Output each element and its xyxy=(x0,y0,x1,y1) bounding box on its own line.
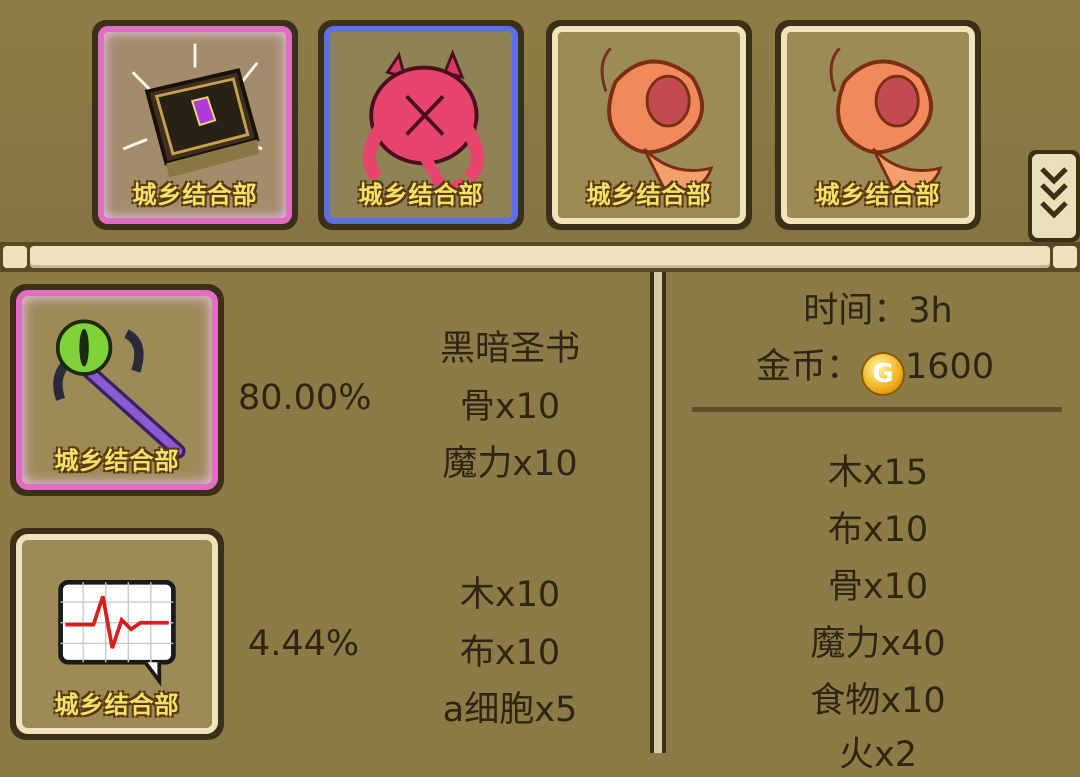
gold-coin-icon: G xyxy=(861,352,906,396)
watermark-text: 城乡结合部 xyxy=(132,181,258,209)
material-cost: 木x15 xyxy=(827,453,929,493)
recipe-ingredient: a细胞x5 xyxy=(442,690,578,730)
watermark-text: 城乡结合部 xyxy=(815,181,941,209)
item-slot-red-creature[interactable]: 城乡结合部 xyxy=(318,20,524,230)
material-cost: 火x2 xyxy=(839,735,917,775)
gold-cost: 金币： G 1600 xyxy=(756,338,994,396)
panel-divider xyxy=(650,272,666,753)
material-cost: 魔力x40 xyxy=(810,624,946,664)
recipe-ingredient: 黑暗圣书 xyxy=(439,329,580,369)
material-cost: 布x10 xyxy=(827,510,929,550)
recipe-item-slot-monitor[interactable]: 城乡结合部 xyxy=(10,528,224,740)
gold-value: 1600 xyxy=(905,347,995,387)
watermark-text: 城乡结合部 xyxy=(358,181,484,209)
horizontal-scrollbar[interactable] xyxy=(0,242,1080,272)
recipe-success-chance: 4.44% xyxy=(248,624,360,664)
scrollbar-right-cap xyxy=(1053,246,1077,268)
gold-label: 金币： xyxy=(756,347,862,387)
item-slot-shrimp-1[interactable]: 城乡结合部 xyxy=(546,20,752,230)
material-cost: 骨x10 xyxy=(827,567,929,607)
watermark-text: 城乡结合部 xyxy=(54,447,180,475)
expand-button[interactable] xyxy=(1028,150,1080,242)
recipe-success-chance: 80.00% xyxy=(238,378,372,418)
scrollbar-track[interactable] xyxy=(30,246,1050,268)
material-cost: 食物x10 xyxy=(810,681,946,721)
watermark-text: 城乡结合部 xyxy=(54,691,180,719)
watermark-text: 城乡结合部 xyxy=(586,181,712,209)
scrollbar-left-cap xyxy=(3,246,27,268)
item-slot-shrimp-2[interactable]: 城乡结合部 xyxy=(775,20,981,230)
craft-time: 时间：3h xyxy=(803,291,953,331)
recipe-ingredient: 魔力x10 xyxy=(442,444,578,484)
item-slot-dark-book[interactable]: 城乡结合部 xyxy=(92,20,298,230)
double-chevron-down-icon xyxy=(1040,167,1068,219)
recipe-item-slot-staff[interactable]: 城乡结合部 xyxy=(10,284,224,496)
recipe-ingredient: 木x10 xyxy=(459,575,561,615)
recipe-ingredient: 布x10 xyxy=(459,633,561,673)
recipe-ingredient: 骨x10 xyxy=(459,387,561,427)
cost-divider xyxy=(692,407,1062,412)
